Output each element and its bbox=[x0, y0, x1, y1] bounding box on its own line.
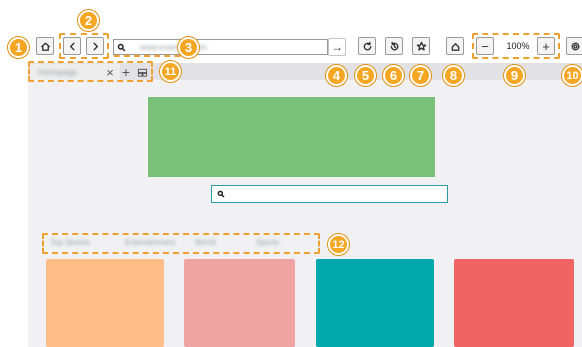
annotation-badge-7: 7 bbox=[410, 65, 431, 86]
content-tile-4[interactable] bbox=[454, 259, 574, 347]
content-tile-1[interactable] bbox=[46, 259, 164, 347]
house-icon bbox=[451, 42, 459, 51]
history-button[interactable] bbox=[385, 37, 403, 55]
content-tile-3[interactable] bbox=[316, 259, 434, 347]
highlight-tab bbox=[28, 61, 153, 82]
search-icon bbox=[217, 190, 225, 198]
home-page-button[interactable] bbox=[446, 37, 464, 55]
highlight-zoom bbox=[472, 33, 560, 59]
annotation-badge-2: 2 bbox=[78, 10, 99, 31]
annotation-badge-4: 4 bbox=[326, 65, 347, 86]
star-icon bbox=[416, 41, 426, 51]
reload-icon bbox=[363, 41, 371, 50]
bookmark-button[interactable] bbox=[412, 37, 430, 55]
highlight-address-bar bbox=[110, 35, 182, 57]
go-button[interactable]: → bbox=[328, 38, 346, 56]
settings-button[interactable] bbox=[566, 37, 582, 55]
history-icon bbox=[390, 41, 398, 50]
annotation-badge-3: 3 bbox=[178, 37, 199, 58]
reload-button[interactable] bbox=[358, 37, 376, 55]
annotation-badge-1: 1 bbox=[8, 37, 29, 58]
home-button[interactable] bbox=[36, 37, 54, 55]
highlight-nav-buttons bbox=[59, 33, 109, 59]
page-search-input[interactable] bbox=[211, 185, 448, 203]
annotation-badge-8: 8 bbox=[443, 65, 464, 86]
annotation-badge-5: 5 bbox=[355, 65, 376, 86]
home-icon bbox=[40, 42, 50, 51]
annotation-badge-11: 11 bbox=[160, 61, 181, 82]
annotation-badge-12: 12 bbox=[328, 234, 349, 255]
content-tile-2[interactable] bbox=[184, 259, 295, 347]
annotation-badge-10: 10 bbox=[562, 65, 582, 86]
highlight-bookmarks bbox=[42, 233, 320, 254]
gear-icon bbox=[571, 42, 579, 50]
banner-image bbox=[148, 97, 435, 177]
go-arrow-icon: → bbox=[331, 40, 343, 54]
annotation-badge-6: 6 bbox=[383, 65, 404, 86]
annotation-badge-9: 9 bbox=[504, 65, 525, 86]
